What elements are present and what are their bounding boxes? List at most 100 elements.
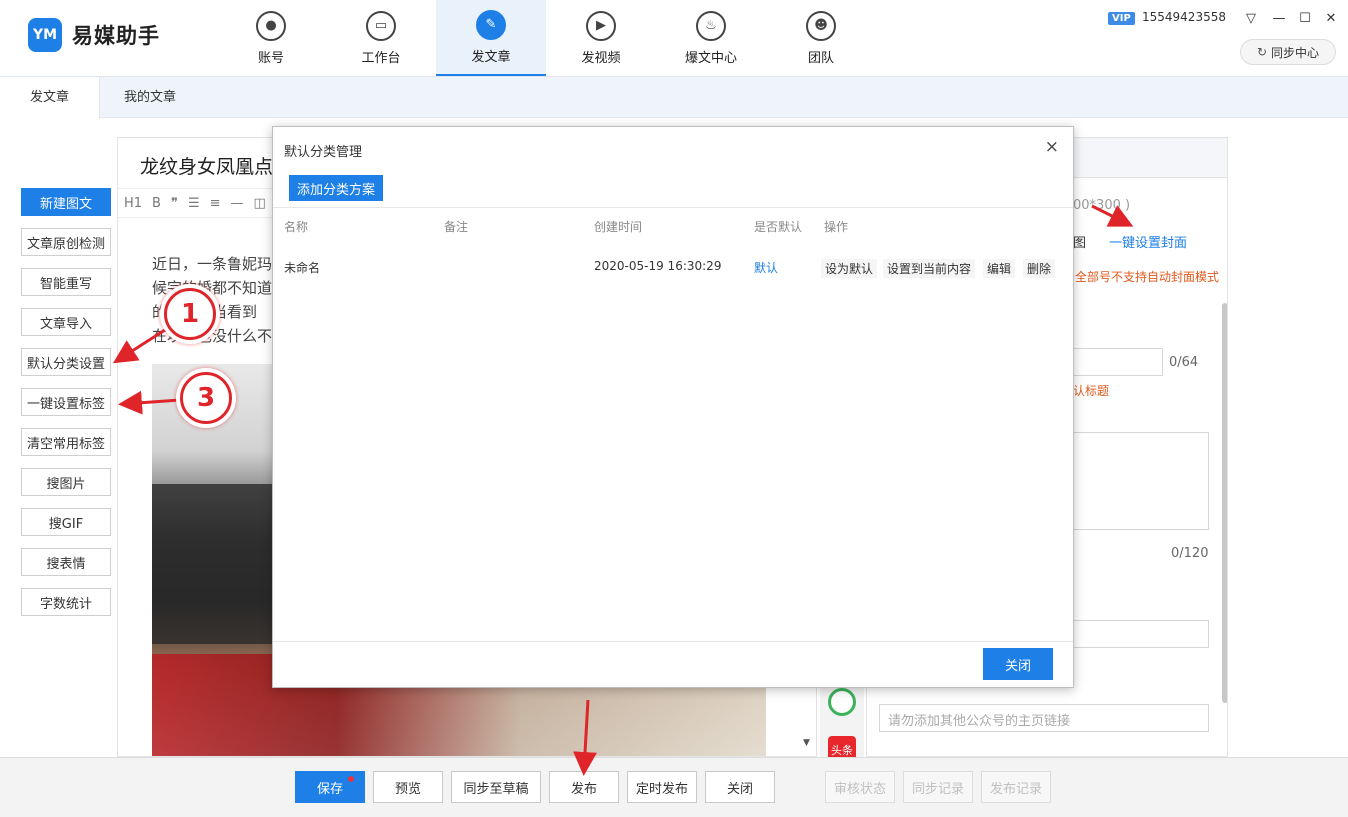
publish-record-button[interactable]: 发布记录: [981, 771, 1051, 803]
flame-icon: ♨: [696, 10, 726, 41]
search-gif-button[interactable]: 搜GIF: [21, 508, 111, 536]
sub-tab-bar: 发文章 我的文章: [0, 76, 1348, 119]
word-count-button[interactable]: 字数统计: [21, 588, 111, 616]
search-emoji-button[interactable]: 搜表情: [21, 548, 111, 576]
review-status-button[interactable]: 审核状态: [825, 771, 895, 803]
save-button[interactable]: 保存: [295, 771, 365, 803]
quote-icon[interactable]: ❞: [171, 196, 178, 211]
default-category-dialog: 默认分类管理 × 添加分类方案 名称 备注 创建时间 是否默认 操作 未命名 2…: [272, 126, 1074, 688]
summary-char-count: 0/120: [1171, 546, 1209, 561]
photo-crowd: [152, 484, 272, 644]
nav-item-publish-video[interactable]: ▶ 发视频: [546, 0, 656, 76]
cover-warning: …全部号不支持自动封面模式: [1063, 270, 1220, 284]
preview-button[interactable]: 预览: [373, 771, 443, 803]
nav-item-viral-center[interactable]: ♨ 爆文中心: [656, 0, 766, 76]
step-badge-3: 3: [180, 372, 232, 424]
team-icon: ☻: [806, 10, 836, 41]
smart-rewrite-button[interactable]: 智能重写: [21, 268, 111, 296]
tab-my-articles[interactable]: 我的文章: [100, 77, 200, 119]
category-table: 名称 备注 创建时间 是否默认 操作 未命名 2020-05-19 16:30:…: [273, 207, 1073, 278]
logo-mark: YM: [28, 18, 62, 52]
editor-scroll-down-icon[interactable]: ▼: [803, 738, 810, 748]
edit-button[interactable]: 编辑: [983, 259, 1016, 278]
delete-button[interactable]: 删除: [1023, 259, 1056, 278]
col-header-remark: 备注: [444, 220, 469, 234]
user-icon: ●: [256, 10, 286, 41]
heading-icon[interactable]: H1: [124, 196, 142, 211]
cover-size-hint: 00*300 ): [1073, 198, 1131, 213]
sync-record-button[interactable]: 同步记录: [903, 771, 973, 803]
sync-center-label: 同步中心: [1271, 45, 1320, 60]
bottom-action-bar: 保存 预览 同步至草稿 发布 定时发布 关闭 审核状态 同步记录 发布记录: [0, 757, 1348, 817]
col-header-actions: 操作: [824, 220, 849, 234]
set-default-button[interactable]: 设为默认: [821, 259, 878, 278]
nav-label: 发视频: [581, 50, 621, 66]
title-hint: 认标题: [1073, 384, 1110, 398]
sync-center-button[interactable]: ↻ 同步中心: [1240, 39, 1336, 65]
unsaved-dot: [348, 776, 354, 782]
cover-tab-image[interactable]: 图: [1073, 232, 1086, 251]
sync-draft-button[interactable]: 同步至草稿: [451, 771, 541, 803]
bold-icon[interactable]: B: [152, 196, 161, 211]
auto-cover-link[interactable]: 一键设置封面: [1109, 232, 1187, 251]
row-name: 未命名: [284, 261, 321, 275]
maximize-icon[interactable]: ☐: [1294, 8, 1316, 30]
account-phone: 15549423558: [1142, 10, 1226, 24]
article-title[interactable]: 龙纹身女凤凰点: [140, 152, 273, 179]
close-icon[interactable]: ✕: [1320, 8, 1342, 30]
nav-item-team[interactable]: ☻ 团队: [766, 0, 876, 76]
minimize-icon[interactable]: —: [1268, 8, 1290, 30]
divider-icon[interactable]: —: [231, 196, 244, 211]
step-badge-1: 1: [164, 288, 216, 340]
schedule-publish-button[interactable]: 定时发布: [627, 771, 697, 803]
search-images-button[interactable]: 搜图片: [21, 468, 111, 496]
image-icon[interactable]: ◫: [254, 196, 266, 211]
monitor-icon: ▭: [366, 10, 396, 41]
originality-check-button[interactable]: 文章原创检测: [21, 228, 111, 256]
unordered-list-icon[interactable]: ≡: [210, 196, 221, 211]
nav-label: 爆文中心: [684, 50, 737, 66]
nav-item-account[interactable]: ● 账号: [216, 0, 326, 76]
nav-item-publish-article[interactable]: ✎ 发文章: [436, 0, 546, 76]
dialog-footer: [273, 641, 1073, 642]
nav-item-workbench[interactable]: ▭ 工作台: [326, 0, 436, 76]
vip-badge: VIP: [1108, 12, 1135, 25]
set-tags-button[interactable]: 一键设置标签: [21, 388, 111, 416]
col-header-created: 创建时间: [594, 220, 643, 234]
clear-tags-button[interactable]: 清空常用标签: [21, 428, 111, 456]
tab-publish-article[interactable]: 发文章: [0, 77, 100, 119]
close-editor-button[interactable]: 关闭: [705, 771, 775, 803]
add-category-scheme-button[interactable]: 添加分类方案: [289, 175, 384, 201]
article-import-button[interactable]: 文章导入: [21, 308, 111, 336]
app-name: 易媒助手: [72, 24, 160, 48]
row-default-flag: 默认: [754, 261, 779, 275]
col-header-default: 是否默认: [754, 220, 803, 234]
new-article-button[interactable]: 新建图文: [21, 188, 111, 216]
save-label: 保存: [316, 781, 343, 797]
menu-dropdown-icon[interactable]: ▽: [1240, 8, 1262, 30]
dialog-title: 默认分类管理: [284, 145, 363, 160]
row-created: 2020-05-19 16:30:29: [594, 259, 722, 273]
top-bar: YM 易媒助手 ● 账号 ▭ 工作台 ✎ 发文章 ▶ 发视频 ♨ 爆文中心 ☻ …: [0, 0, 1348, 76]
apply-to-content-button[interactable]: 设置到当前内容: [883, 259, 976, 278]
dialog-close-icon[interactable]: ×: [1045, 137, 1059, 157]
app-logo: YM 易媒助手: [28, 18, 160, 52]
platform-icon-green[interactable]: [828, 688, 856, 716]
publish-button[interactable]: 发布: [549, 771, 619, 803]
nav-label: 团队: [807, 50, 834, 66]
nav-label: 发文章: [471, 49, 511, 65]
homepage-link-input[interactable]: 请勿添加其他公众号的主页链接: [879, 704, 1209, 732]
col-header-name: 名称: [284, 220, 309, 234]
play-icon: ▶: [586, 10, 616, 41]
ordered-list-icon[interactable]: ☰: [188, 196, 200, 211]
dialog-close-button[interactable]: 关闭: [983, 648, 1053, 680]
platform-strip: 头条: [820, 680, 864, 764]
window-controls: VIP 15549423558 ▽ — ☐ ✕ ↻ 同步中心: [1108, 8, 1348, 68]
main-nav: ● 账号 ▭ 工作台 ✎ 发文章 ▶ 发视频 ♨ 爆文中心 ☻ 团队: [216, 0, 876, 76]
panel-scrollbar[interactable]: [1222, 303, 1227, 703]
feather-icon: ✎: [476, 9, 506, 40]
sync-icon: ↻: [1256, 45, 1268, 59]
default-category-button[interactable]: 默认分类设置: [21, 348, 111, 376]
nav-label: 工作台: [361, 50, 401, 66]
nav-label: 账号: [257, 50, 284, 66]
